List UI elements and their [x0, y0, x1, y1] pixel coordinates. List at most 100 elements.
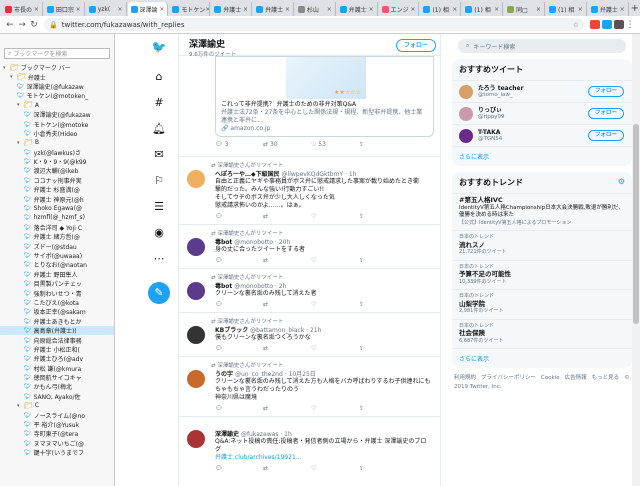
bookmark-item[interactable]: 🐦︎ 渡辺大輔(@ikeb [0, 166, 114, 175]
share-button[interactable]: ⇪ [359, 301, 407, 308]
tab-close-icon[interactable]: × [327, 6, 332, 13]
show-more-link[interactable]: さらに表示 [452, 147, 632, 166]
extension-icon[interactable] [614, 20, 624, 29]
tweet-link[interactable]: 弁護士.club/archives/19921... [215, 454, 434, 462]
tweet-author-name[interactable]: KBブラック [215, 327, 248, 334]
tab-close-icon[interactable]: × [620, 6, 625, 13]
bookmark-item[interactable]: 🐦︎ 鍵十字(いうまでフ [0, 448, 114, 457]
bookmark-item[interactable]: 🐦︎ yzk(@lawkus)さ [0, 148, 114, 157]
bookmark-item[interactable]: 🐦︎ 弁護士 緒方哲(@ [0, 232, 114, 241]
bookmark-item[interactable]: 🐦︎ 小倉秀夫(Hideo [0, 129, 114, 138]
twitter-bird-icon[interactable]: 🐦 [148, 40, 170, 54]
tab-close-icon[interactable]: × [369, 6, 374, 13]
share-button[interactable]: ⇪ [359, 345, 407, 352]
twitter-search-input[interactable]: ⌕ キーワード検索 [458, 39, 626, 53]
avatar[interactable] [187, 170, 205, 188]
bookmark-item[interactable]: 🐦︎ ノースライム(@no [0, 410, 114, 420]
browser-tab[interactable]: 深澤論 × [127, 2, 169, 16]
tab-close-icon[interactable]: × [159, 6, 164, 13]
browser-tab[interactable]: 弁護士 × [253, 2, 294, 16]
bookmark-folder[interactable]: ▾ 📁︎ A [0, 101, 114, 110]
tab-close-icon[interactable]: × [410, 6, 415, 13]
bookmark-item[interactable]: 🐦︎ 弁護士 神原元(@h [0, 194, 114, 204]
share-button[interactable]: ⇪ [359, 465, 407, 472]
extension-icon[interactable] [602, 20, 612, 29]
retweet-button[interactable]: ⇄ [263, 257, 311, 264]
avatar[interactable] [187, 370, 205, 388]
like-button[interactable]: ♡ 53 [311, 141, 359, 148]
avatar[interactable] [459, 106, 473, 121]
trend-item[interactable]: 日本のトレンド 予算不足の可能性 10,339件のツイート [452, 261, 632, 290]
bookmark-item[interactable]: 🐦︎ 深澤諭史(@fukazaw [0, 110, 114, 119]
like-button[interactable]: ♡ [311, 465, 359, 472]
forward-icon[interactable]: → [16, 20, 28, 30]
back-icon[interactable]: ← [4, 20, 16, 30]
share-button[interactable]: ⇪ [359, 213, 407, 220]
scrollbar[interactable] [632, 34, 640, 486]
tweet[interactable]: ⇄ 深澤諭史さんがリツイート 毒bot @monobotto · 2h クリーンな裏… [179, 268, 440, 308]
expand-toggle-icon[interactable]: ▾ [17, 102, 24, 108]
browser-tab[interactable]: 弁護士 × [211, 2, 253, 16]
messages-envelope-icon[interactable]: ✉ [148, 148, 170, 161]
tweet-author-name[interactable]: 毒bot [215, 283, 232, 290]
tweet[interactable]: ⇄ 深澤諭史さんがリツイート うの字 @un_co_the2nd · 10月25日… [179, 356, 440, 412]
user-name[interactable]: たろう teacher [478, 85, 524, 92]
trend-name[interactable]: #第五人格IVC [459, 196, 625, 205]
tweet-author-name[interactable]: 深澤諭史 [215, 431, 239, 438]
bookmark-item[interactable]: 🐦︎ 弁護士ひろ(@adv [0, 354, 114, 363]
suggested-user[interactable]: りっぴぃ @rippy09 フォロー [452, 103, 632, 125]
tab-close-icon[interactable]: × [34, 6, 39, 13]
share-button[interactable]: ⇪ [359, 257, 407, 264]
avatar[interactable] [459, 84, 473, 99]
bookmark-item[interactable]: 🐦︎ モトケン(@motoken_ [0, 91, 114, 100]
reply-button[interactable]: 💬︎ [215, 465, 263, 472]
user-name[interactable]: T-TAKA [478, 129, 502, 136]
browser-tab[interactable]: 田口宗 × [43, 2, 85, 16]
bookmark-folder[interactable]: ▾ 📁︎ 弁護士 [0, 72, 114, 82]
browser-tab[interactable]: 同□ × [504, 2, 545, 16]
trend-item[interactable]: 日本のトレンド 社会保険 6,687件のツイート [452, 320, 632, 349]
tab-close-icon[interactable]: × [118, 6, 123, 13]
bookmark-item[interactable]: 🐦︎ ズドー(@stdau [0, 241, 114, 251]
new-tab-button[interactable]: + [630, 2, 640, 16]
menu-icon[interactable]: ⋮ [624, 20, 636, 30]
profile-icon[interactable]: ◉ [148, 226, 170, 239]
tweet-author-name[interactable]: へぽろーや…◆下級国民 [215, 171, 280, 178]
home-icon[interactable]: ⌂ [148, 70, 170, 83]
browser-tab[interactable]: 弁護士 × [336, 2, 378, 16]
expand-toggle-icon[interactable]: ▾ [17, 140, 24, 146]
expand-toggle-icon[interactable]: ▾ [10, 74, 17, 80]
tab-close-icon[interactable]: × [205, 6, 209, 13]
reply-button[interactable]: 💬︎ [215, 345, 263, 352]
reply-button[interactable]: 💬︎ [215, 213, 263, 220]
like-button[interactable]: ♡ [311, 345, 359, 352]
tweet[interactable]: ⇄ 深澤諭史さんがリツイート 毒bot @monobotto · 20h 身の丈に合… [179, 224, 440, 264]
retweet-button[interactable]: ⇄ [263, 465, 311, 472]
notifications-bell-icon[interactable]: 🔔︎ [148, 122, 170, 135]
trend-item[interactable]: 日本のトレンド 山梨学院 2,981件のツイート [452, 290, 632, 320]
link-card-image[interactable]: ★★☆☆☆ [215, 56, 434, 99]
trend-name[interactable]: 社会保険 [459, 329, 625, 338]
trend-item[interactable]: #第五人格IVC IdentityV第五人格Championship日本大会決勝戦… [452, 194, 632, 231]
tweet[interactable]: ⇄ 深澤諭史さんがリツイート へぽろーや…◆下級国民 @llwpevKQdGktb… [179, 156, 440, 220]
tweet[interactable]: ⇄ 深澤諭史さんがリツイート KBブラック @battamon_black · 2… [179, 312, 440, 352]
bookmark-item[interactable]: 🐦︎ 向原総合法律事務 [0, 335, 114, 345]
bookmark-item[interactable]: 🐦︎ 弁護士 野田隼人 [0, 270, 114, 279]
follow-button[interactable]: フォロー [587, 130, 624, 141]
footer-link[interactable]: 広告情報 [565, 375, 587, 381]
bookmark-item[interactable]: 🐦︎ ヌマヌマいちご(@ [0, 439, 114, 448]
bookmark-item[interactable]: 🐦︎ 深澤諭史(@fukazaw [0, 82, 114, 91]
expand-toggle-icon[interactable]: ▾ [17, 403, 24, 409]
bookmark-item[interactable]: 🐦︎ かもん弓(梅北 [0, 382, 114, 391]
tab-close-icon[interactable]: × [536, 6, 541, 13]
trends-show-more-link[interactable]: さらに表示 [452, 349, 632, 368]
browser-tab[interactable]: エンジ × [378, 2, 420, 16]
expand-toggle-icon[interactable]: ▾ [3, 65, 10, 71]
bookmark-search-input[interactable]: ⌕ ブックマークを検索 [4, 48, 110, 59]
retweet-button[interactable]: ⇄ [263, 405, 311, 412]
footer-link[interactable]: 利用規約 [454, 375, 476, 381]
reply-button[interactable]: 💬︎ [215, 257, 263, 264]
footer-link[interactable]: もっと見る [592, 375, 620, 381]
suggested-user[interactable]: たろう teacher @tomo_law_ フォロー [452, 81, 632, 103]
trend-name[interactable]: 山梨学院 [459, 300, 625, 309]
